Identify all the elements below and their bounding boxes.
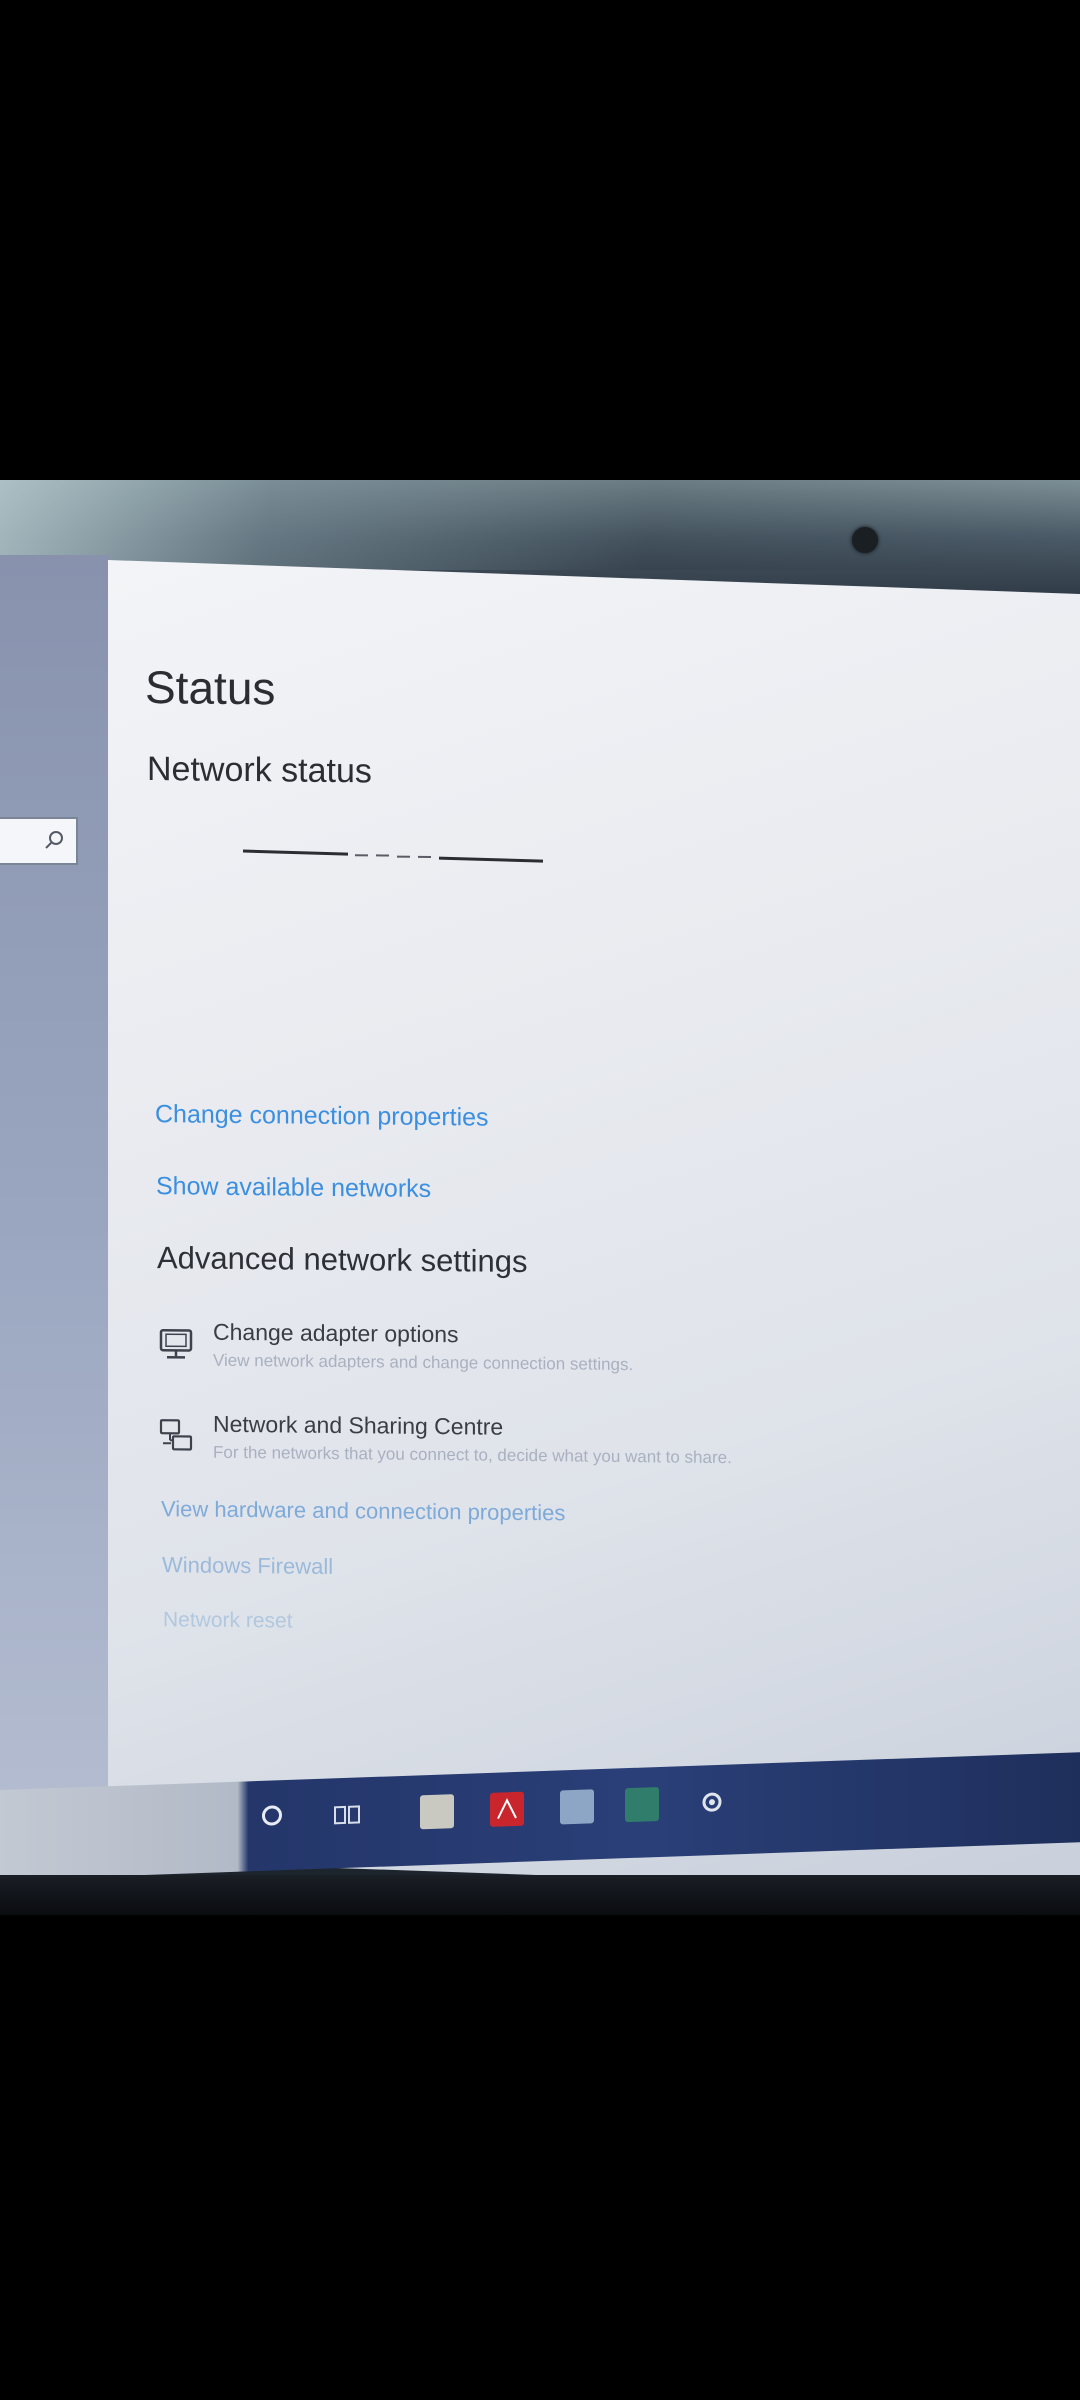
windows-firewall-link[interactable]: Windows Firewall bbox=[162, 1552, 333, 1580]
show-available-networks-link[interactable]: Show available networks bbox=[156, 1172, 431, 1204]
change-adapter-options-item[interactable]: Change adapter options View network adap… bbox=[157, 1318, 917, 1386]
screen-bottom-bezel bbox=[0, 1875, 1080, 1915]
webcam bbox=[852, 527, 878, 553]
network-sharing-centre-item[interactable]: Network and Sharing Centre For the netwo… bbox=[157, 1410, 917, 1478]
bezel-glare bbox=[0, 480, 1080, 570]
acrobat-icon[interactable] bbox=[490, 1791, 524, 1827]
advanced-settings-heading: Advanced network settings bbox=[157, 1240, 528, 1280]
monitor-icon bbox=[159, 1328, 193, 1359]
task-view-icon[interactable] bbox=[330, 1797, 364, 1832]
cortana-icon[interactable] bbox=[262, 1805, 282, 1826]
section-title: Network status bbox=[147, 750, 372, 791]
sharing-icon bbox=[159, 1419, 193, 1451]
store-icon[interactable] bbox=[420, 1794, 454, 1830]
change-connection-properties-link[interactable]: Change connection properties bbox=[155, 1100, 489, 1132]
item-description: For the networks that you connect to, de… bbox=[213, 1442, 732, 1468]
file-explorer-icon[interactable] bbox=[560, 1789, 594, 1825]
laptop-screen: Status Network status Change connection … bbox=[0, 480, 1080, 1915]
item-title: Change adapter options bbox=[213, 1318, 459, 1348]
item-description: View network adapters and change connect… bbox=[213, 1350, 634, 1375]
excel-icon[interactable] bbox=[625, 1786, 659, 1823]
view-hardware-link[interactable]: View hardware and connection properties bbox=[161, 1496, 565, 1526]
settings-nav-pane bbox=[0, 555, 110, 1885]
network-reset-link[interactable]: Network reset bbox=[163, 1608, 293, 1633]
page-title: Status bbox=[145, 661, 276, 715]
item-title: Network and Sharing Centre bbox=[213, 1410, 504, 1440]
photo-frame: Status Network status Change connection … bbox=[0, 0, 1080, 2400]
search-icon bbox=[45, 831, 63, 849]
settings-search-input[interactable] bbox=[0, 817, 78, 865]
settings-gear-icon[interactable] bbox=[695, 1785, 729, 1820]
network-disconnected-diagram bbox=[243, 849, 543, 863]
